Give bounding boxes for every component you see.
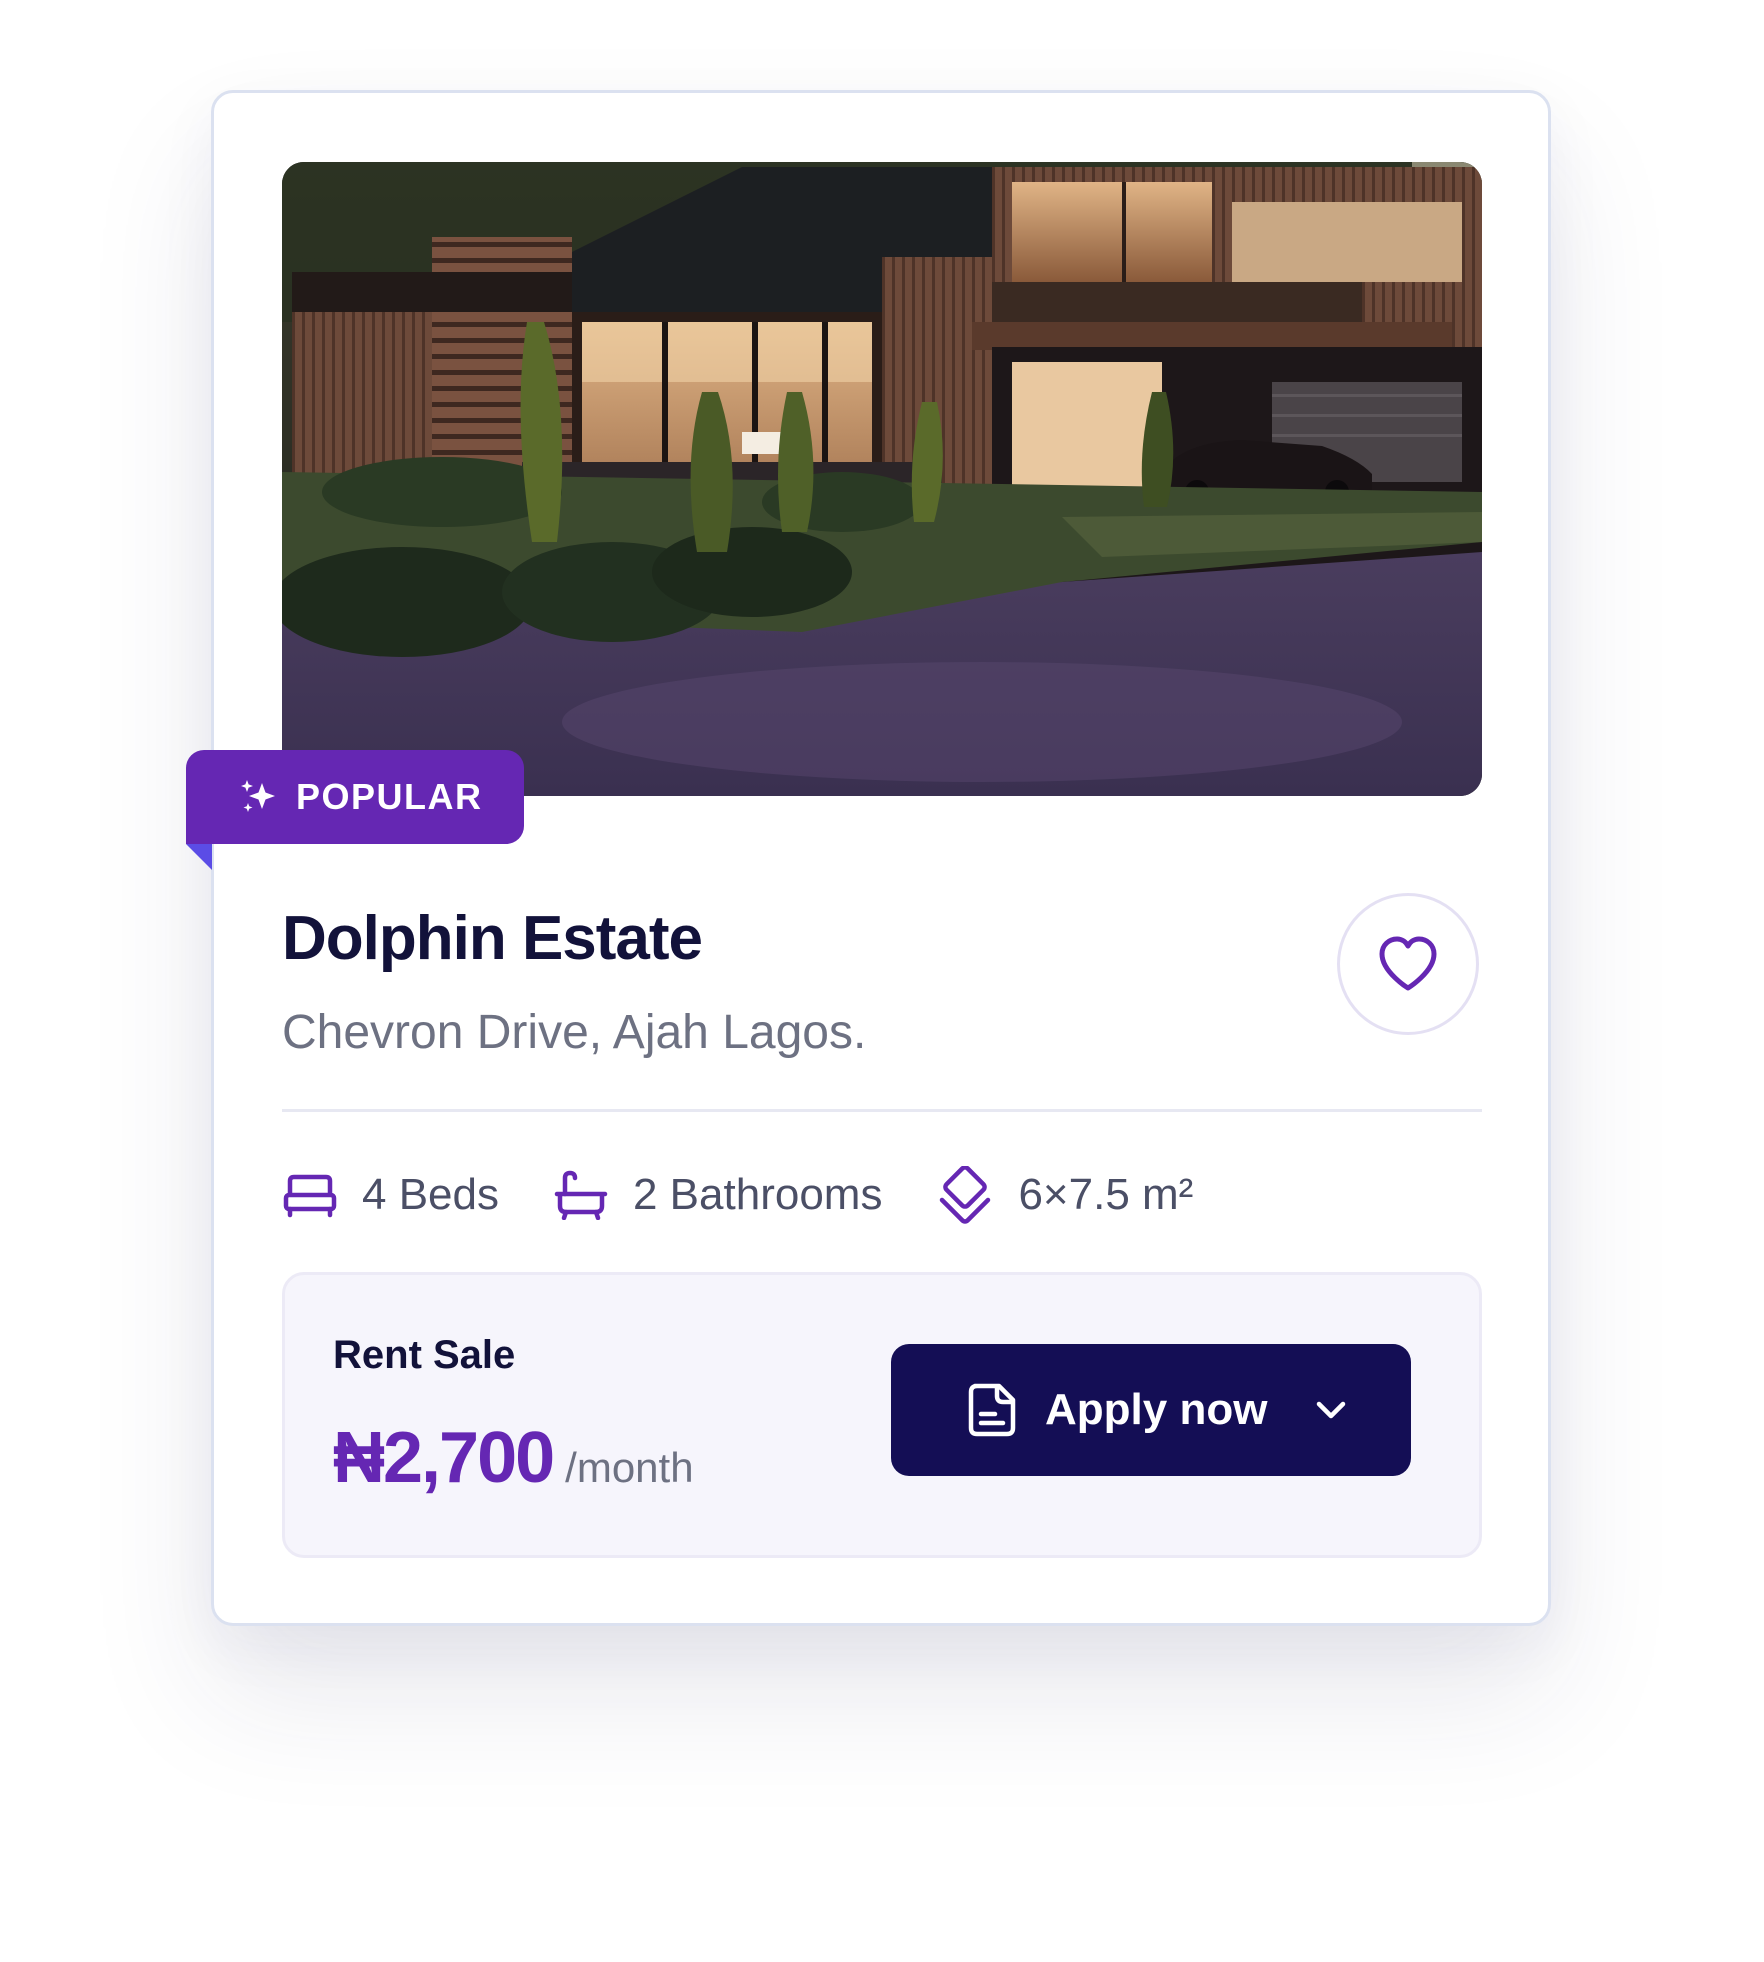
feature-bathrooms-label: 2 Bathrooms — [632, 1170, 883, 1219]
bed-icon — [283, 1174, 337, 1218]
pricing-panel: Rent Sale ₦2,700 /month Apply now — [282, 1272, 1482, 1558]
apply-now-label: Apply now — [1045, 1385, 1268, 1434]
price-label: Rent Sale — [333, 1333, 516, 1377]
bathtub-icon — [554, 1170, 608, 1220]
badge-fold — [186, 844, 212, 870]
price-row: ₦2,700 /month — [333, 1417, 694, 1499]
feature-area: 6×7.5 m² — [936, 1166, 1193, 1224]
chevron-down-icon — [1317, 1401, 1346, 1419]
house-photo — [282, 162, 1482, 796]
heart-icon — [1379, 936, 1437, 991]
feature-area-label: 6×7.5 m² — [1018, 1170, 1194, 1219]
apply-now-button[interactable]: Apply now — [891, 1344, 1411, 1476]
area-icon — [940, 1166, 991, 1224]
property-title: Dolphin Estate — [282, 904, 703, 973]
features-row: 4 Beds 2 Bathrooms 6×7.5 m² — [282, 1162, 1193, 1228]
badge-label: POPULAR — [296, 776, 483, 817]
popular-badge: POPULAR — [186, 750, 524, 844]
property-address: Chevron Drive, Ajah Lagos. — [282, 1006, 867, 1059]
feature-beds-label: 4 Beds — [362, 1170, 499, 1219]
sparkles-icon — [238, 777, 278, 817]
favorite-button[interactable] — [1337, 893, 1479, 1035]
property-photo[interactable] — [282, 162, 1482, 796]
document-icon — [968, 1383, 1016, 1437]
price-unit: /month — [565, 1444, 694, 1491]
page-stage: POPULAR Dolphin Estate Chevron Drive, Aj… — [0, 0, 1764, 1962]
divider — [282, 1109, 1482, 1112]
price-amount: ₦2,700 — [333, 1418, 555, 1498]
feature-beds: 4 Beds — [282, 1170, 499, 1220]
feature-bathrooms: 2 Bathrooms — [553, 1170, 882, 1220]
